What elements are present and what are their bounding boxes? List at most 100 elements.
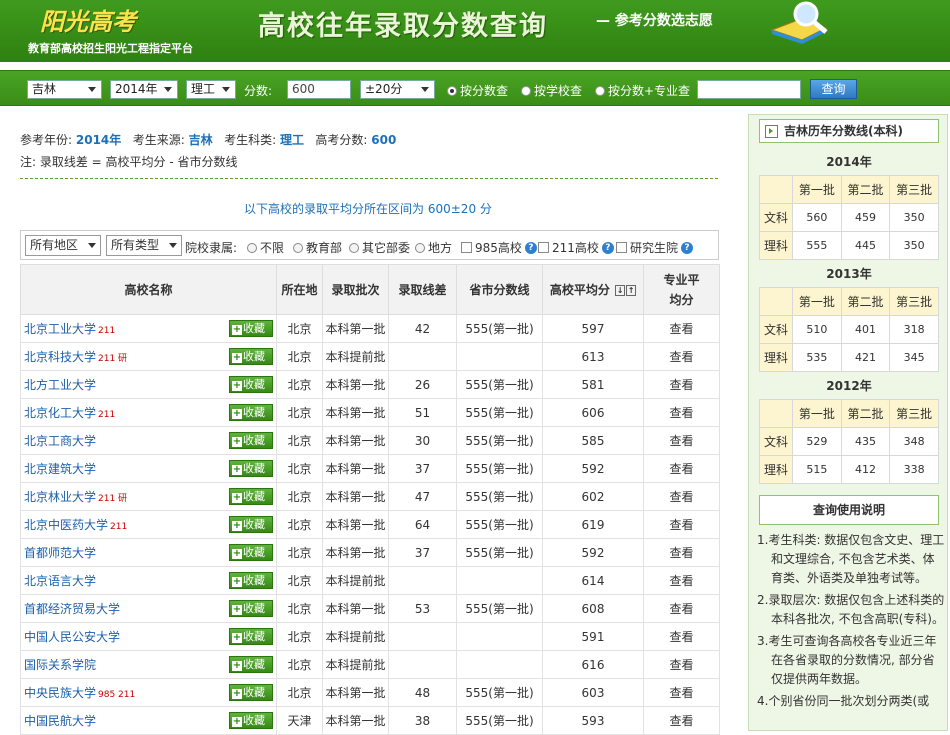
school-link[interactable]: 国际关系学院 bbox=[24, 658, 96, 672]
table-row: 北京工业大学 211 + 收藏 北京 本科第一批 42 555(第一批) 597 查看 bbox=[20, 314, 720, 343]
favorite-button[interactable]: + 收藏 bbox=[229, 684, 273, 701]
view-cell: 查看 bbox=[643, 594, 720, 623]
school-link[interactable]: 北方工业大学 bbox=[24, 378, 96, 392]
col-major-avg-label: 专业平均分 bbox=[663, 272, 700, 307]
view-link[interactable]: 查看 bbox=[669, 630, 693, 644]
view-link[interactable]: 查看 bbox=[669, 602, 693, 616]
affiliation-label: 院校隶属: bbox=[185, 241, 238, 255]
view-cell: 查看 bbox=[643, 426, 720, 455]
radio-ministry[interactable]: 教育部 bbox=[293, 239, 342, 256]
view-link[interactable]: 查看 bbox=[669, 462, 693, 476]
checkbox-985[interactable]: 985高校? bbox=[461, 239, 537, 256]
view-link[interactable]: 查看 bbox=[669, 518, 693, 532]
plus-icon: + bbox=[232, 380, 242, 391]
view-link[interactable]: 查看 bbox=[669, 658, 693, 672]
col-batch: 录取批次 bbox=[322, 264, 389, 315]
school-link[interactable]: 北京建筑大学 bbox=[24, 462, 96, 476]
radio-local[interactable]: 地方 bbox=[415, 239, 452, 256]
col-diff: 录取线差 bbox=[388, 264, 457, 315]
location-cell: 北京 bbox=[276, 510, 323, 539]
site-logo[interactable]: 阳光高考 bbox=[40, 2, 136, 37]
favorite-button[interactable]: + 收藏 bbox=[229, 376, 273, 393]
favorite-button[interactable]: + 收藏 bbox=[229, 460, 273, 477]
favorite-button[interactable]: + 收藏 bbox=[229, 572, 273, 589]
view-link[interactable]: 查看 bbox=[669, 490, 693, 504]
favorite-button[interactable]: + 收藏 bbox=[229, 628, 273, 645]
subject-select[interactable]: 理工 bbox=[186, 80, 236, 99]
region-select[interactable]: 所有地区 bbox=[25, 235, 101, 256]
favorite-label: 收藏 bbox=[243, 434, 265, 447]
favorite-button[interactable]: + 收藏 bbox=[229, 488, 273, 505]
sort-up-icon[interactable]: ↑ bbox=[626, 285, 637, 296]
score-corner-cell bbox=[759, 287, 793, 316]
favorite-button[interactable]: + 收藏 bbox=[229, 544, 273, 561]
score-input[interactable]: 600 bbox=[287, 80, 351, 99]
query-button[interactable]: 查询 bbox=[810, 79, 857, 99]
year-select[interactable]: 2014年 bbox=[110, 80, 178, 99]
view-link[interactable]: 查看 bbox=[669, 546, 693, 560]
plus-icon: + bbox=[232, 464, 242, 475]
province-select[interactable]: 吉林 bbox=[27, 80, 102, 99]
score-value-cell: 401 bbox=[840, 315, 891, 344]
view-link[interactable]: 查看 bbox=[669, 574, 693, 588]
school-link[interactable]: 中央民族大学 bbox=[24, 686, 96, 700]
radio-unlimited[interactable]: 不限 bbox=[247, 239, 284, 256]
view-link[interactable]: 查看 bbox=[669, 714, 693, 728]
view-link[interactable]: 查看 bbox=[669, 378, 693, 392]
checkbox-211[interactable]: 211高校? bbox=[538, 239, 614, 256]
school-link[interactable]: 北京工业大学 bbox=[24, 322, 96, 336]
batch-cell: 本科第一批 bbox=[322, 398, 389, 427]
favorite-label: 收藏 bbox=[243, 658, 265, 671]
view-link[interactable]: 查看 bbox=[669, 406, 693, 420]
school-search-input[interactable] bbox=[697, 80, 801, 99]
school-link[interactable]: 北京林业大学 bbox=[24, 490, 96, 504]
view-link[interactable]: 查看 bbox=[669, 434, 693, 448]
province-line-cell: 555(第一批) bbox=[456, 678, 543, 707]
school-link[interactable]: 北京工商大学 bbox=[24, 434, 96, 448]
batch-cell: 本科第一批 bbox=[322, 454, 389, 483]
sort-down-icon[interactable]: ↓ bbox=[615, 285, 626, 296]
diff-cell: 38 bbox=[388, 706, 457, 735]
batch-cell: 本科第一批 bbox=[322, 594, 389, 623]
type-select[interactable]: 所有类型 bbox=[106, 235, 182, 256]
school-link[interactable]: 北京中医药大学 bbox=[24, 518, 108, 532]
diff-cell: 42 bbox=[388, 314, 457, 343]
favorite-button[interactable]: + 收藏 bbox=[229, 320, 273, 337]
view-link[interactable]: 查看 bbox=[669, 686, 693, 700]
diff-cell bbox=[388, 622, 457, 651]
help-icon[interactable]: ? bbox=[524, 241, 537, 254]
plus-icon: + bbox=[232, 660, 242, 671]
favorite-button[interactable]: + 收藏 bbox=[229, 516, 273, 533]
view-link[interactable]: 查看 bbox=[669, 350, 693, 364]
favorite-button[interactable]: + 收藏 bbox=[229, 712, 273, 729]
favorite-button[interactable]: + 收藏 bbox=[229, 600, 273, 617]
school-link[interactable]: 首都经济贸易大学 bbox=[24, 602, 120, 616]
school-link[interactable]: 北京科技大学 bbox=[24, 350, 96, 364]
school-link[interactable]: 北京语言大学 bbox=[24, 574, 96, 588]
favorite-button[interactable]: + 收藏 bbox=[229, 348, 273, 365]
favorite-label: 收藏 bbox=[243, 602, 265, 615]
school-link[interactable]: 首都师范大学 bbox=[24, 546, 96, 560]
radio-by-score[interactable]: 按分数查 bbox=[447, 82, 508, 99]
range-select[interactable]: ±20分 bbox=[360, 80, 435, 99]
school-link[interactable]: 中国人民公安大学 bbox=[24, 630, 120, 644]
score-value-cell: 421 bbox=[840, 343, 891, 372]
radio-unlimited-label: 不限 bbox=[260, 241, 285, 255]
view-link[interactable]: 查看 bbox=[669, 322, 693, 336]
radio-by-school[interactable]: 按学校查 bbox=[521, 82, 582, 99]
radio-other-ministry[interactable]: 其它部委 bbox=[349, 239, 410, 256]
school-link[interactable]: 北京化工大学 bbox=[24, 406, 96, 420]
help-icon[interactable]: ? bbox=[601, 241, 614, 254]
score-value-cell: 445 bbox=[840, 231, 891, 260]
checkbox-graduate[interactable]: 研究生院? bbox=[616, 239, 694, 256]
radio-by-score-major[interactable]: 按分数+专业查 bbox=[595, 82, 690, 99]
help-icon[interactable]: ? bbox=[681, 241, 694, 254]
year-value: 2014年 bbox=[75, 133, 122, 147]
favorite-button[interactable]: + 收藏 bbox=[229, 404, 273, 421]
radio-icon bbox=[349, 242, 359, 253]
radio-local-label: 地方 bbox=[428, 241, 453, 255]
batch-cell: 本科提前批 bbox=[322, 650, 389, 679]
favorite-button[interactable]: + 收藏 bbox=[229, 656, 273, 673]
favorite-button[interactable]: + 收藏 bbox=[229, 432, 273, 449]
school-link[interactable]: 中国民航大学 bbox=[24, 714, 96, 728]
